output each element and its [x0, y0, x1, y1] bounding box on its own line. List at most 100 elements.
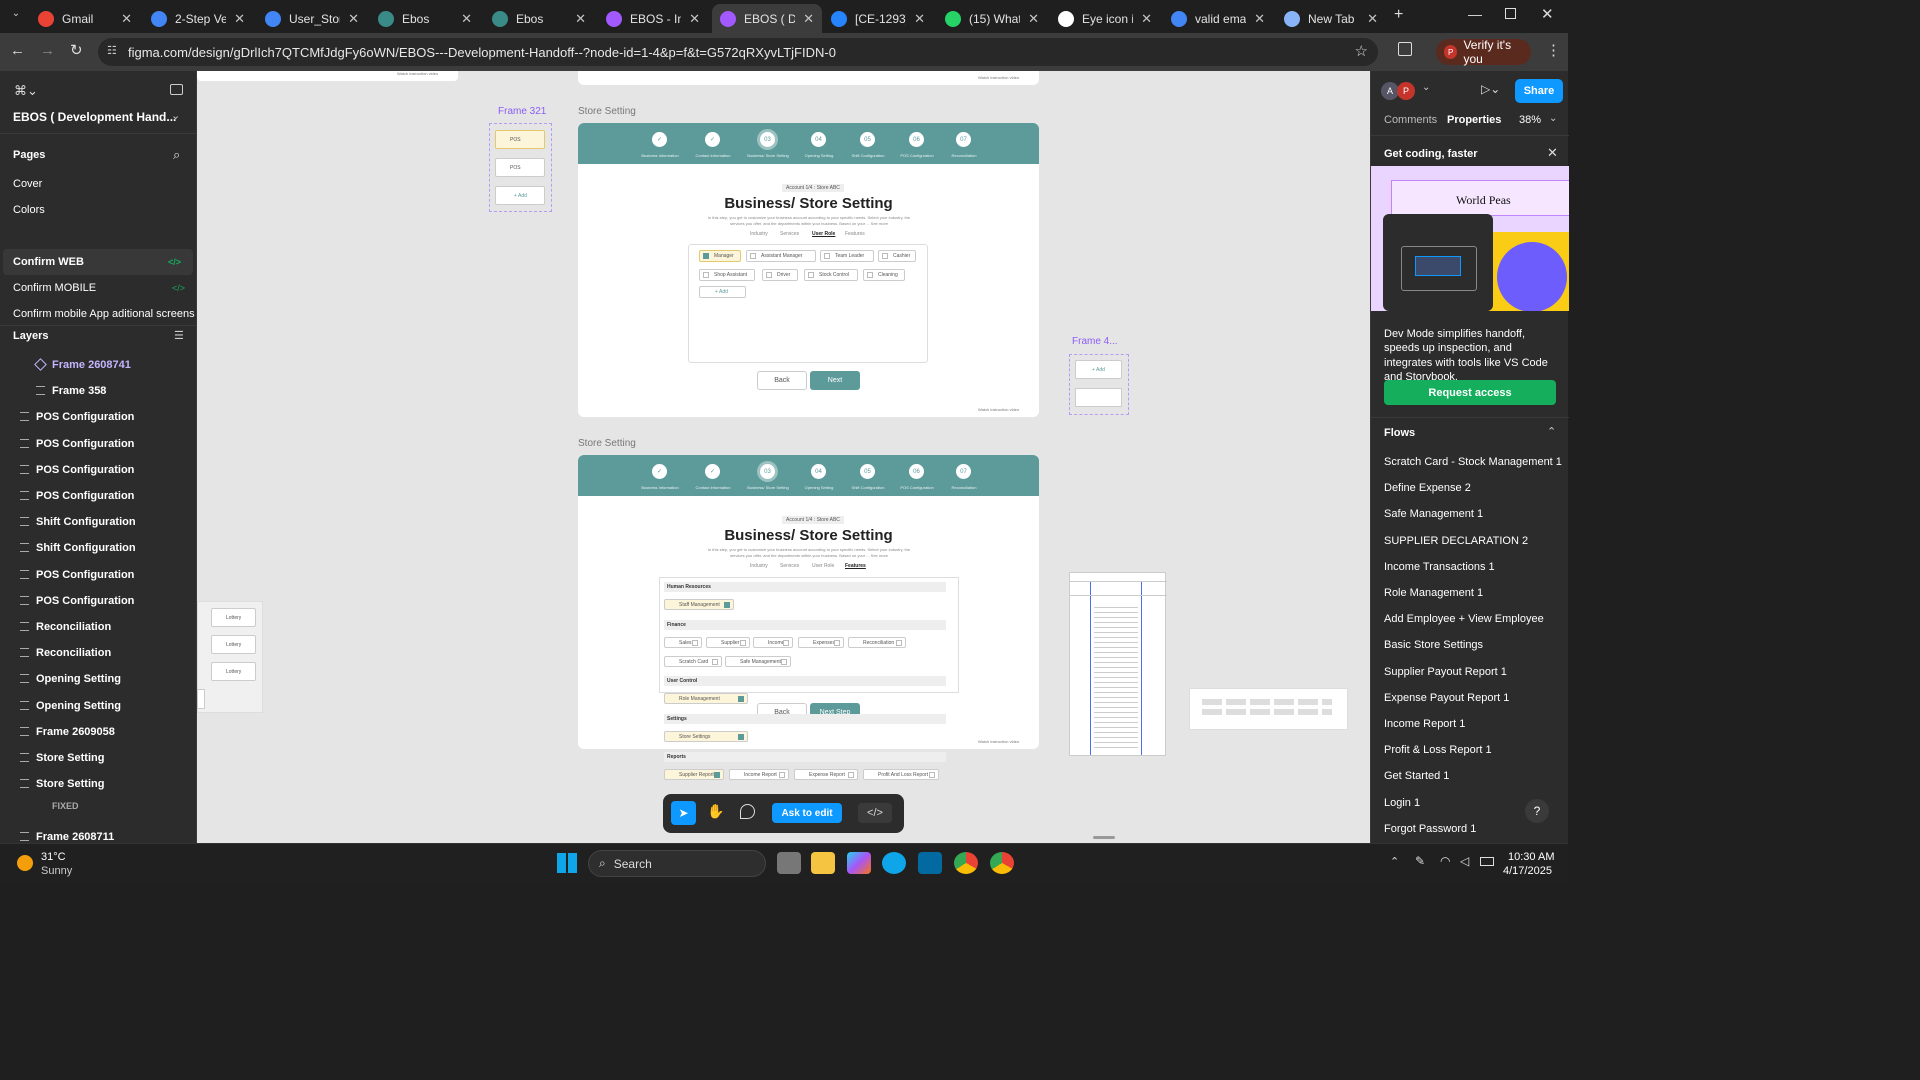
layer-item[interactable]: FIXED: [0, 793, 197, 819]
file-title-chevron-icon[interactable]: ⌄: [171, 109, 180, 122]
tab-close-icon[interactable]: ✕: [1028, 11, 1039, 27]
help-icon[interactable]: ?: [1525, 799, 1549, 823]
dev-mode-icon[interactable]: </>: [858, 803, 892, 823]
chrome-profile-icon[interactable]: [990, 852, 1014, 874]
file-title[interactable]: EBOS ( Development Hand...: [13, 110, 176, 124]
flow-item[interactable]: Basic Store Settings: [1384, 639, 1483, 651]
edge-icon[interactable]: [882, 852, 906, 874]
wifi-icon[interactable]: ◠: [1440, 854, 1450, 868]
browser-tab[interactable]: [CE-1293] Ad ✕: [823, 4, 933, 33]
minimize-icon[interactable]: —: [1468, 6, 1482, 22]
back-icon[interactable]: ←: [10, 42, 25, 59]
browser-menu-icon[interactable]: ⋮: [1546, 41, 1561, 59]
role-chip[interactable]: Team Leader: [820, 250, 874, 262]
close-window-icon[interactable]: ✕: [1541, 5, 1554, 23]
role-chip[interactable]: Stock Control: [804, 269, 858, 281]
frame-4-empty-field[interactable]: [1075, 388, 1122, 407]
zoom-chevron-icon[interactable]: ⌄: [1549, 113, 1557, 124]
comment-tool-icon[interactable]: [740, 804, 755, 819]
pen-icon[interactable]: ✎: [1415, 854, 1425, 868]
share-button[interactable]: Share: [1515, 79, 1563, 103]
layer-item[interactable]: POS Configuration: [0, 562, 197, 588]
tab-close-icon[interactable]: ✕: [461, 11, 472, 27]
lottery-chip[interactable]: Lottery: [211, 662, 256, 681]
next-button[interactable]: Next: [810, 371, 860, 390]
move-tool-icon[interactable]: ➤: [671, 801, 696, 825]
layer-item[interactable]: POS Configuration: [0, 457, 197, 483]
layer-item[interactable]: Store Setting: [0, 745, 197, 771]
browser-tab[interactable]: EBOS ( Devel ✕: [712, 4, 822, 33]
layer-item[interactable]: Reconciliation: [0, 640, 197, 666]
reload-icon[interactable]: ↻: [70, 41, 83, 59]
flow-item[interactable]: Expense Payout Report 1: [1384, 692, 1509, 704]
layer-item[interactable]: Opening Setting: [0, 666, 197, 692]
verify-button[interactable]: P Verify it's you: [1436, 38, 1531, 66]
figma-menu-icon[interactable]: ⌘⌄: [14, 83, 38, 99]
tab-properties[interactable]: Properties: [1447, 114, 1501, 126]
extensions-icon[interactable]: [1398, 42, 1412, 56]
role-chip[interactable]: Shop Assistant: [699, 269, 755, 281]
collapse-flows-icon[interactable]: ⌃: [1547, 425, 1556, 438]
role-chip[interactable]: Driver: [762, 269, 798, 281]
features-thumbnail-frame[interactable]: [1189, 688, 1348, 730]
tab-close-icon[interactable]: ✕: [348, 11, 359, 27]
flow-item[interactable]: SUPPLIER DECLARATION 2: [1384, 535, 1528, 547]
watch-video-link[interactable]: Watch instruction video: [978, 407, 1019, 412]
browser-tab[interactable]: Ebos ✕: [484, 4, 594, 33]
flow-item[interactable]: Income Transactions 1: [1384, 561, 1495, 573]
tab-search-button[interactable]: ⌄: [6, 8, 26, 26]
feature-chip[interactable]: Expense Report: [794, 769, 858, 780]
feature-chip[interactable]: Sales: [664, 637, 702, 648]
layer-item[interactable]: Frame 2609058: [0, 719, 197, 745]
frame-321-label[interactable]: Frame 321: [498, 106, 546, 117]
layer-item[interactable]: Shift Configuration: [0, 509, 197, 535]
flow-item[interactable]: Role Management 1: [1384, 587, 1483, 599]
browser-tab[interactable]: EBOS - Intern ✕: [598, 4, 708, 33]
tab-close-icon[interactable]: ✕: [121, 11, 132, 27]
feature-chip[interactable]: Reconciliation: [848, 637, 906, 648]
page-item[interactable]: Colors: [0, 197, 197, 223]
tab-close-icon[interactable]: ✕: [803, 11, 814, 27]
feature-chip[interactable]: Income: [753, 637, 793, 648]
tab-comments[interactable]: Comments: [1384, 114, 1437, 126]
canvas-scrollbar[interactable]: [1093, 836, 1115, 839]
flow-item[interactable]: Add Employee + View Employee: [1384, 613, 1544, 625]
taskbar-search[interactable]: ⌕ Search: [588, 850, 766, 877]
copilot-icon[interactable]: [847, 852, 871, 874]
page-item[interactable]: Confirm WEB </>: [3, 249, 193, 275]
browser-tab[interactable]: (15) WhatsApp ✕: [937, 4, 1047, 33]
features-spreadsheet-frame[interactable]: [1069, 572, 1167, 756]
pos-chip[interactable]: POS: [495, 158, 545, 177]
content-tab[interactable]: Industry: [750, 563, 768, 569]
avatar[interactable]: P: [1397, 82, 1415, 100]
flow-item[interactable]: Profit & Loss Report 1: [1384, 744, 1492, 756]
collapse-layers-icon[interactable]: ☰: [174, 329, 184, 342]
watch-video-link-top2[interactable]: Watch instruction video: [978, 75, 1019, 80]
tab-close-icon[interactable]: ✕: [1367, 11, 1378, 27]
present-icon[interactable]: ▷⌄: [1481, 82, 1500, 96]
role-chip[interactable]: Cleaning: [863, 269, 905, 281]
feature-chip[interactable]: Expenses: [798, 637, 844, 648]
weather-sun-icon[interactable]: [17, 855, 33, 871]
browser-tab[interactable]: valid email fi ✕: [1163, 4, 1273, 33]
feature-chip[interactable]: Scratch Card: [664, 656, 722, 667]
pos-chip-checked[interactable]: POS: [495, 130, 545, 149]
toggle-sidebar-icon[interactable]: [170, 84, 183, 95]
back-button[interactable]: Back: [757, 371, 807, 390]
role-chip[interactable]: Cashier: [878, 250, 916, 262]
browser-tab[interactable]: User_Stories_ ✕: [257, 4, 367, 33]
task-view-icon[interactable]: [777, 852, 801, 874]
bookmark-star-icon[interactable]: ☆: [1355, 42, 1368, 60]
flow-item[interactable]: Income Report 1: [1384, 718, 1465, 730]
content-tab[interactable]: Industry: [750, 231, 768, 237]
request-access-button[interactable]: Request access: [1384, 380, 1556, 405]
chrome-icon[interactable]: [954, 852, 978, 874]
role-chip[interactable]: Assistant Manager: [746, 250, 816, 262]
pos-add-button[interactable]: + Add: [495, 186, 545, 205]
page-item[interactable]: Cover: [0, 171, 197, 197]
maximize-icon[interactable]: [1505, 8, 1516, 19]
browser-tab[interactable]: 2-Step Verific ✕: [143, 4, 253, 33]
browser-tab[interactable]: Gmail ✕: [30, 4, 140, 33]
flow-item[interactable]: Define Expense 2: [1384, 482, 1471, 494]
layer-item[interactable]: Opening Setting: [0, 693, 197, 719]
